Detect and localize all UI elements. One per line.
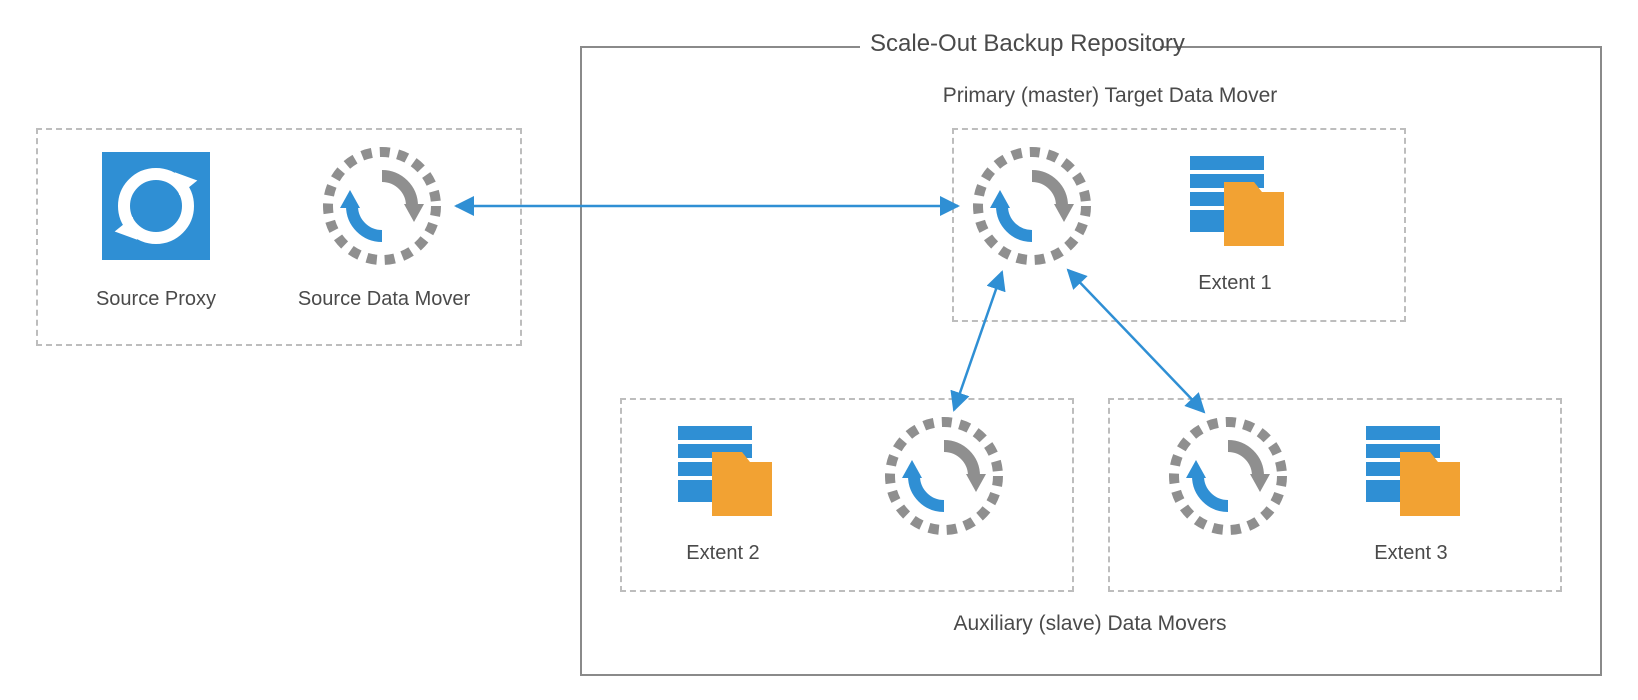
- source-proxy-icon: [102, 152, 210, 260]
- auxiliary-section-label: Auxiliary (slave) Data Movers: [910, 612, 1270, 636]
- extent-3-icon: [1356, 426, 1466, 522]
- source-proxy-label: Source Proxy: [68, 288, 244, 311]
- extent-2-icon: [668, 426, 778, 522]
- aux-data-mover-left-icon: [884, 416, 1004, 536]
- extent-1-label: Extent 1: [1192, 272, 1278, 295]
- primary-section-label: Primary (master) Target Data Mover: [910, 84, 1310, 108]
- aux-data-mover-right-icon: [1168, 416, 1288, 536]
- extent-2-label: Extent 2: [680, 542, 766, 565]
- source-data-mover-label: Source Data Mover: [286, 288, 482, 311]
- extent-1-icon: [1180, 156, 1290, 252]
- source-data-mover-icon: [322, 146, 442, 266]
- primary-data-mover-icon: [972, 146, 1092, 266]
- repository-title: Scale-Out Backup Repository: [860, 30, 1160, 58]
- extent-3-label: Extent 3: [1368, 542, 1454, 565]
